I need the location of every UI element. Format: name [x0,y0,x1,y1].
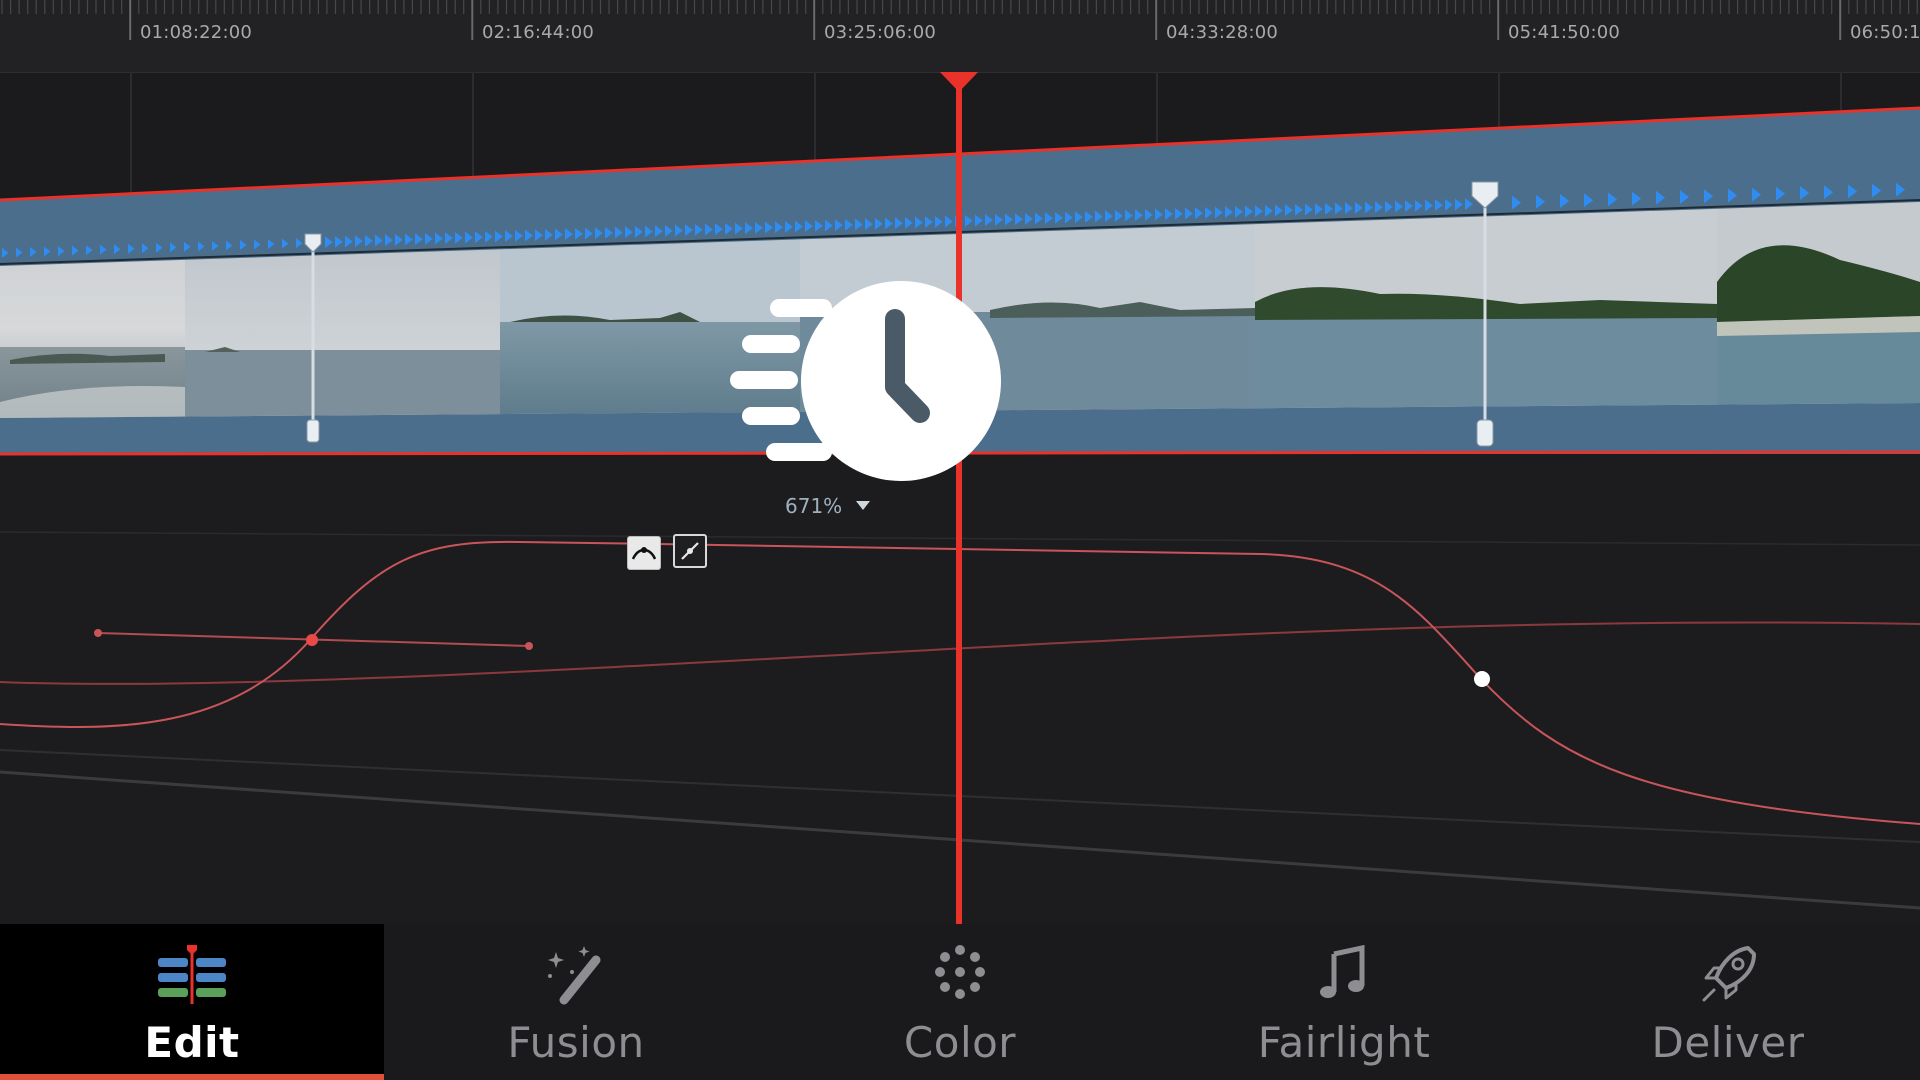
tab-edit[interactable]: Edit [0,924,384,1080]
edit-page-icon [158,945,226,1004]
timecode-label: 01:08:22:00 [140,22,253,43]
tab-fairlight[interactable]: Fairlight [1152,924,1536,1080]
tab-label: Deliver [1651,1018,1805,1067]
timecode-label: 05:41:50:00 [1508,22,1621,43]
fusion-page-icon [548,946,601,1005]
bezier-handle[interactable] [525,642,533,650]
tab-label: Edit [144,1018,240,1067]
smooth-curve-icon [631,547,657,560]
timecode-label: 06:50:12 [1850,22,1920,43]
smooth-curve-button[interactable] [627,536,661,570]
timecode-label: 02:16:44:00 [482,22,595,43]
linear-curve-button[interactable] [673,534,707,568]
timeline-workarea[interactable]: 671% [0,72,1920,924]
timeline-canvas [0,72,1920,924]
linear-curve-icon [681,542,699,560]
speed-dropdown-caret[interactable] [856,501,870,510]
tab-label: Fairlight [1257,1018,1431,1067]
page-navigation-bar: Edit Fusion Color Fairlight Deliver [0,924,1920,1080]
speed-percent-label[interactable]: 671% [785,494,842,518]
tab-deliver[interactable]: Deliver [1536,924,1920,1080]
retime-speed-clock-icon [730,281,1001,481]
bezier-handle[interactable] [94,629,102,637]
tab-color[interactable]: Color [768,924,1152,1080]
tab-label: Color [903,1018,1017,1067]
tab-label: Fusion [507,1018,645,1067]
fairlight-page-icon [1320,944,1365,998]
tab-fusion[interactable]: Fusion [384,924,768,1080]
timecode-label: 04:33:28:00 [1166,22,1279,43]
deliver-page-icon [1702,946,1756,1002]
color-page-icon [935,945,985,999]
timecode-label: 03:25:06:00 [824,22,937,43]
curve-keyframe-selected[interactable] [1474,671,1490,687]
ruler-ticks [1,0,1918,40]
curve-keyframe[interactable] [306,634,318,646]
timeline-ruler[interactable]: 01:08:22:00 02:16:44:00 03:25:06:00 04:3… [0,0,1920,73]
